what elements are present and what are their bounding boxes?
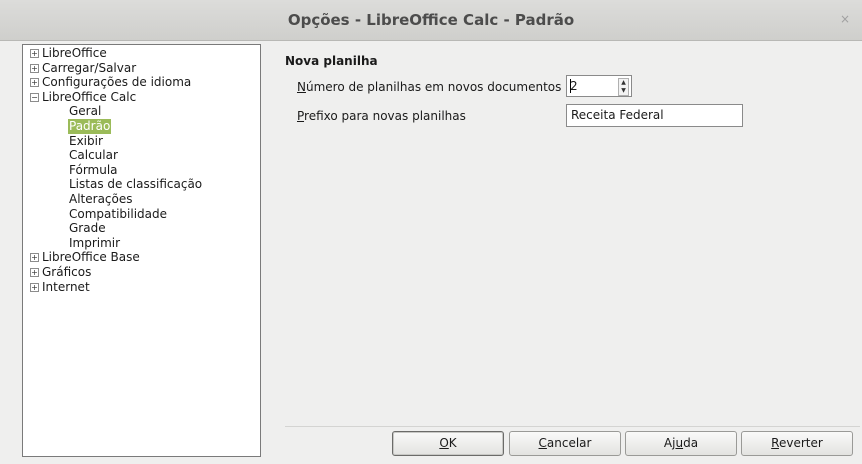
tree-item[interactable]: Listas de classificação [23, 177, 260, 192]
options-tree[interactable]: + LibreOffice + Carregar/Salvar + Configuraçõ… [22, 44, 261, 457]
close-icon[interactable]: × [838, 12, 852, 26]
help-button[interactable]: Ajuda [625, 431, 737, 456]
tree-item[interactable]: Calcular [23, 148, 260, 163]
tree-item-label: Padrão [68, 118, 112, 134]
tree-item-label: Gráficos [42, 264, 92, 279]
title-bar[interactable]: Opções - LibreOffice Calc - Padrão × [0, 0, 862, 41]
tree-item-label: Alterações [69, 191, 133, 206]
button-separator [285, 426, 860, 427]
tree-item-label: Configurações de idioma [42, 75, 192, 90]
sheets-count-value[interactable]: 2 [570, 79, 578, 93]
tree-item[interactable]: Alterações [23, 192, 260, 207]
expand-icon[interactable]: + [30, 49, 39, 58]
tree-item[interactable]: − LibreOffice Calc [23, 90, 260, 105]
text-caret [570, 79, 571, 93]
section-title-nova-planilha: Nova planilha [285, 54, 378, 68]
tree-item[interactable]: Compatibilidade [23, 207, 260, 222]
tree-item[interactable]: Geral [23, 104, 260, 119]
tree-item-label: Grade [69, 221, 106, 236]
tree-item-label: Exibir [69, 133, 103, 148]
tree-item[interactable]: + Configurações de idioma [23, 75, 260, 90]
tree-item-label: LibreOffice Calc [42, 89, 137, 104]
tree-item-label: Compatibilidade [69, 206, 168, 221]
tree-item[interactable]: Exibir [23, 134, 260, 149]
ok-button[interactable]: OK [392, 431, 504, 456]
tree-item-label: Imprimir [69, 235, 121, 250]
tree-item-label: Calcular [69, 148, 118, 163]
tree-item[interactable]: + Internet [23, 280, 260, 295]
spin-up-icon[interactable]: ▲ [619, 79, 628, 87]
collapse-icon[interactable]: − [30, 92, 39, 102]
sheets-count-spinner[interactable]: 2 ▲ ▼ [566, 75, 632, 97]
tree-item-label: Listas de classificação [69, 177, 203, 192]
prefix-input[interactable]: Receita Federal [566, 104, 743, 127]
cancel-button[interactable]: Cancelar [509, 431, 621, 456]
tree-item[interactable]: Padrão [23, 118, 260, 134]
expand-icon[interactable]: + [30, 78, 39, 88]
prefix-label: Prefixo para novas planilhas [297, 109, 466, 123]
tree-item[interactable]: + LibreOffice Base [23, 250, 260, 265]
tree-item-label: Carregar/Salvar [42, 60, 137, 75]
spinner-arrows[interactable]: ▲ ▼ [618, 78, 629, 96]
tree-item-label: Fórmula [69, 162, 118, 177]
tree-item[interactable]: Fórmula [23, 163, 260, 178]
tree-item-label: LibreOffice Base [42, 250, 140, 265]
tree-item[interactable]: + Gráficos [23, 265, 260, 280]
tree-item[interactable]: + Carregar/Salvar [23, 61, 260, 76]
sheets-count-label: Número de planilhas em novos documentos [297, 80, 562, 94]
spin-down-icon[interactable]: ▼ [619, 87, 628, 95]
tree-item-label: LibreOffice [42, 46, 107, 60]
revert-button[interactable]: Reverter [741, 431, 853, 456]
expand-icon[interactable]: + [30, 63, 39, 73]
window-title: Opções - LibreOffice Calc - Padrão [287, 11, 575, 29]
tree-item-label: Internet [42, 279, 90, 294]
tree-item[interactable]: Grade [23, 221, 260, 236]
expand-icon[interactable]: + [30, 267, 39, 277]
tree-item-label: Geral [69, 104, 102, 119]
expand-icon[interactable]: + [30, 253, 39, 263]
tree-item[interactable]: Imprimir [23, 236, 260, 251]
tree-item[interactable]: + LibreOffice [23, 46, 260, 61]
expand-icon[interactable]: + [30, 282, 39, 292]
